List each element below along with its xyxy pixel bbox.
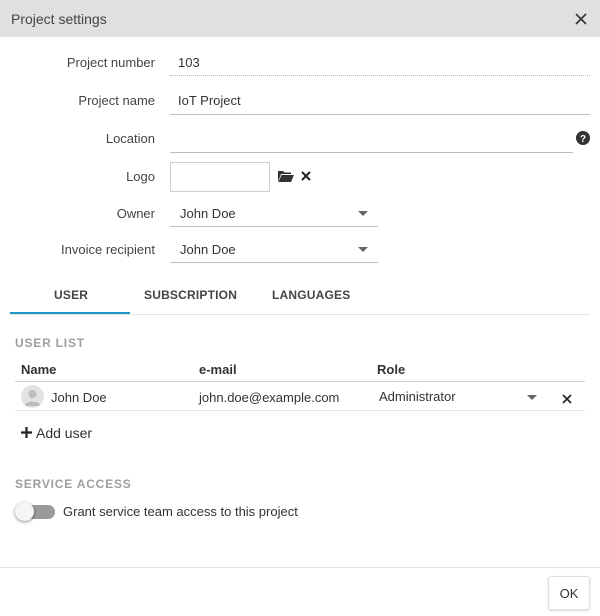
tab-subscription[interactable]: SUBSCRIPTION	[144, 288, 237, 302]
service-access-toggle[interactable]	[15, 502, 55, 521]
invoice-recipient-label: Invoice recipient	[61, 242, 155, 257]
owner-select[interactable]: John Doe	[170, 200, 378, 228]
logo-input[interactable]	[170, 162, 270, 192]
tabs-divider	[10, 314, 590, 315]
tab-user[interactable]: USER	[54, 288, 88, 302]
column-header-role: Role	[377, 362, 406, 377]
project-number-underline	[170, 75, 590, 76]
chevron-down-icon	[358, 211, 368, 216]
owner-label: Owner	[116, 206, 155, 221]
project-name-label: Project name	[78, 93, 155, 108]
svg-text:?: ?	[580, 134, 586, 145]
service-access-label: Grant service team access to this projec…	[63, 504, 298, 519]
ok-button[interactable]: OK	[548, 576, 590, 610]
chevron-down-icon	[527, 395, 537, 400]
invoice-recipient-value: John Doe	[180, 242, 236, 257]
avatar	[21, 385, 44, 408]
tab-languages[interactable]: LANGUAGES	[272, 288, 350, 302]
owner-underline	[170, 226, 378, 227]
clear-logo-icon[interactable]	[300, 170, 312, 182]
user-list-title: USER LIST	[15, 336, 85, 350]
user-email: john.doe@example.com	[199, 390, 340, 405]
column-header-name: Name	[21, 362, 57, 377]
service-access-title: SERVICE ACCESS	[15, 477, 132, 491]
footer-divider	[0, 567, 600, 568]
table-row-divider	[15, 410, 585, 411]
remove-user-icon[interactable]	[562, 392, 572, 404]
project-number-label: Project number	[66, 55, 155, 70]
project-name-input[interactable]: IoT Project	[178, 93, 241, 108]
location-input[interactable]	[178, 131, 568, 149]
chevron-down-icon	[358, 247, 368, 252]
column-header-email: e-mail	[199, 362, 237, 377]
user-name: John Doe	[51, 390, 107, 405]
active-tab-indicator	[10, 312, 130, 314]
close-icon[interactable]	[572, 10, 590, 28]
table-header-divider	[15, 381, 585, 382]
role-select[interactable]: Administrator	[377, 384, 542, 408]
plus-icon	[20, 426, 33, 439]
project-name-underline	[170, 114, 590, 115]
add-user-button[interactable]: Add user	[20, 424, 100, 442]
add-user-label: Add user	[36, 425, 93, 441]
project-number-value: 103	[178, 55, 200, 70]
help-icon[interactable]: ?	[576, 131, 590, 145]
dialog-titlebar: Project settings	[0, 0, 600, 37]
dialog-title: Project settings	[11, 11, 107, 27]
location-label: Location	[105, 131, 155, 146]
folder-open-icon[interactable]	[277, 169, 295, 183]
role-value: Administrator	[379, 389, 456, 404]
invoice-recipient-underline	[170, 262, 378, 263]
invoice-recipient-select[interactable]: John Doe	[170, 236, 378, 264]
logo-label: Logo	[126, 169, 155, 184]
toggle-knob	[15, 502, 34, 521]
owner-value: John Doe	[180, 206, 236, 221]
location-underline	[170, 152, 573, 153]
